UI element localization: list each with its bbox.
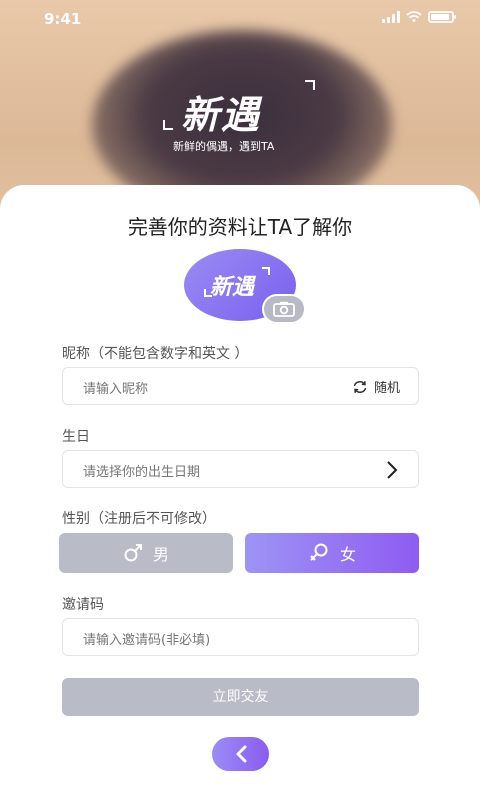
birthday-label: 生日 (62, 429, 90, 445)
brand-tagline: 新鲜的偶遇，遇到TA (173, 140, 275, 153)
random-label: 随机 (373, 381, 400, 396)
brand-name: 新遇 (181, 93, 262, 137)
birthday-picker[interactable]: 请选择你的出生日期 (62, 450, 419, 488)
submit-button[interactable]: 立即交友 (62, 678, 419, 716)
gender-label: 性别（注册后不可修改） (62, 511, 216, 527)
male-icon (124, 544, 142, 562)
upload-avatar-button[interactable] (262, 294, 306, 324)
refresh-icon (353, 380, 367, 393)
gender-female-label: 女 (339, 545, 356, 564)
random-nickname-button[interactable]: 随机 (352, 377, 400, 396)
app-logo: 新遇 新鲜的偶遇，遇到TA (163, 80, 315, 153)
profile-form-card: 完善你的资料让TA了解你 新遇 昵称（不能包含数字和英文 ） 请输入昵称 随机 … (0, 185, 480, 800)
gender-male-label: 男 (152, 545, 169, 564)
nickname-input[interactable]: 请输入昵称 随机 (62, 367, 419, 405)
female-icon (310, 543, 328, 561)
chevron-left-icon (236, 745, 246, 763)
invite-code-input[interactable]: 请输入邀请码(非必填) (62, 618, 419, 656)
battery-icon (428, 11, 456, 23)
signal-icon (382, 11, 400, 23)
gender-female-button[interactable]: 女 (245, 533, 419, 573)
nickname-label: 昵称（不能包含数字和英文 ） (62, 346, 249, 362)
birthday-placeholder: 请选择你的出生日期 (83, 465, 201, 480)
chevron-right-icon (387, 461, 398, 479)
invite-label: 邀请码 (62, 597, 104, 613)
status-time: 9:41 (44, 10, 82, 28)
status-bar: 9:41 (0, 0, 480, 40)
nickname-placeholder: 请输入昵称 (83, 382, 149, 397)
wifi-icon (406, 11, 422, 23)
back-button[interactable] (212, 737, 269, 771)
camera-icon (273, 301, 295, 317)
status-icons (382, 11, 456, 23)
gender-male-button[interactable]: 男 (59, 533, 233, 573)
avatar-text: 新遇 (210, 275, 255, 300)
invite-placeholder: 请输入邀请码(非必填) (83, 633, 211, 648)
page-title: 完善你的资料让TA了解你 (127, 215, 353, 239)
